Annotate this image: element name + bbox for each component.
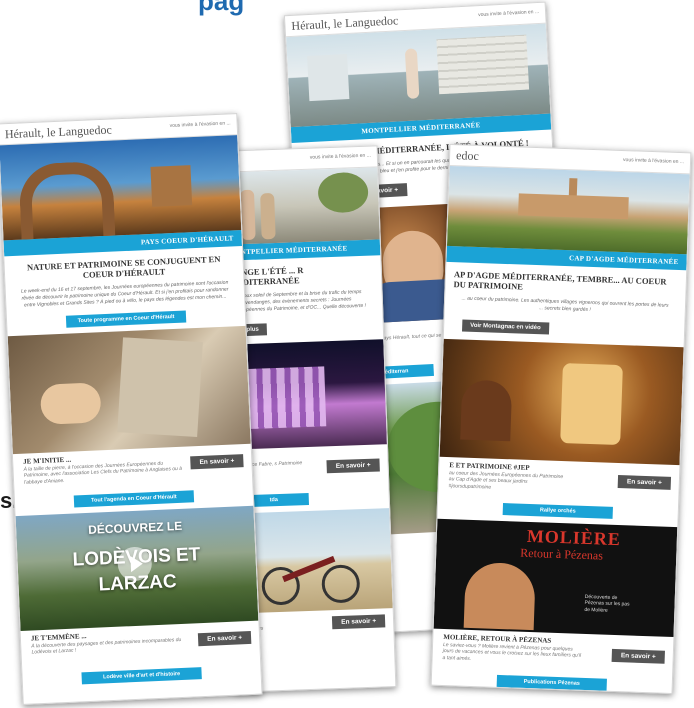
moliere-poster: MOLIÈRE Retour à Pézenas Découverte de P… bbox=[433, 518, 678, 637]
brand-fragment: edoc bbox=[455, 148, 480, 163]
more-button[interactable]: En savoir + bbox=[197, 630, 252, 646]
video-title-line1: DÉCOUVREZ LE bbox=[87, 518, 183, 537]
mirror-pool-photo bbox=[286, 23, 551, 128]
cta-button[interactable]: Publications Pézenas bbox=[496, 674, 607, 691]
more-button[interactable]: En savoir + bbox=[326, 457, 380, 473]
tagline: vous invite à l'évasion en ... bbox=[478, 8, 540, 19]
poster-subtitle: Retour à Pézenas bbox=[520, 545, 604, 563]
stone-carving-photo bbox=[7, 325, 251, 454]
brand-name: Hérault, le Languedoc bbox=[4, 122, 113, 142]
tagline: vous invite à l'évasion en ... bbox=[309, 152, 371, 161]
lodeve-button[interactable]: Lodève ville d'art et d'histoire bbox=[81, 666, 202, 684]
more-button[interactable]: En savoir + bbox=[332, 613, 386, 629]
tagline: vous invite à l'évasion en ... bbox=[169, 120, 231, 129]
cta-button[interactable]: Rallye orchés bbox=[502, 502, 613, 519]
more-button[interactable]: En savoir + bbox=[190, 453, 244, 469]
row-text: au coeur des Journées Européennes du Pat… bbox=[448, 469, 564, 491]
programme-button[interactable]: Toute programme en Coeur d'Hérault bbox=[65, 310, 187, 328]
newsletter-card-coeur-herault: Hérault, le Languedoc vous invite à l'éva… bbox=[0, 113, 263, 705]
woodworker-photo bbox=[439, 338, 684, 465]
row-text: Le saviez-vous ? Molière revient à Pézen… bbox=[442, 641, 582, 662]
brand-name: Hérault, le Languedoc bbox=[291, 13, 399, 33]
more-button[interactable]: En savoir + bbox=[611, 648, 665, 664]
top-headline-fragment: pag bbox=[198, 0, 245, 16]
more-button[interactable]: En savoir + bbox=[617, 474, 672, 490]
lodevois-video[interactable]: DÉCOUVREZ LE LODÈVOIS ET LARZAC bbox=[15, 505, 259, 631]
agenda-button[interactable]: Tout l'agenda en Coeur d'Hérault bbox=[73, 489, 195, 508]
stone-arch-photo bbox=[0, 135, 242, 241]
village-vineyard-photo bbox=[446, 165, 690, 255]
video-button[interactable]: Voir Montagnac en vidéo bbox=[462, 319, 549, 335]
poster-caption: Découverte de Pézenas sur les pas de Mol… bbox=[584, 593, 630, 614]
newsletter-card-cap-agde: edoc vous invite à l'évasion en ... CAP D… bbox=[430, 143, 692, 695]
tagline: vous invite à l'évasion en ... bbox=[622, 157, 685, 166]
